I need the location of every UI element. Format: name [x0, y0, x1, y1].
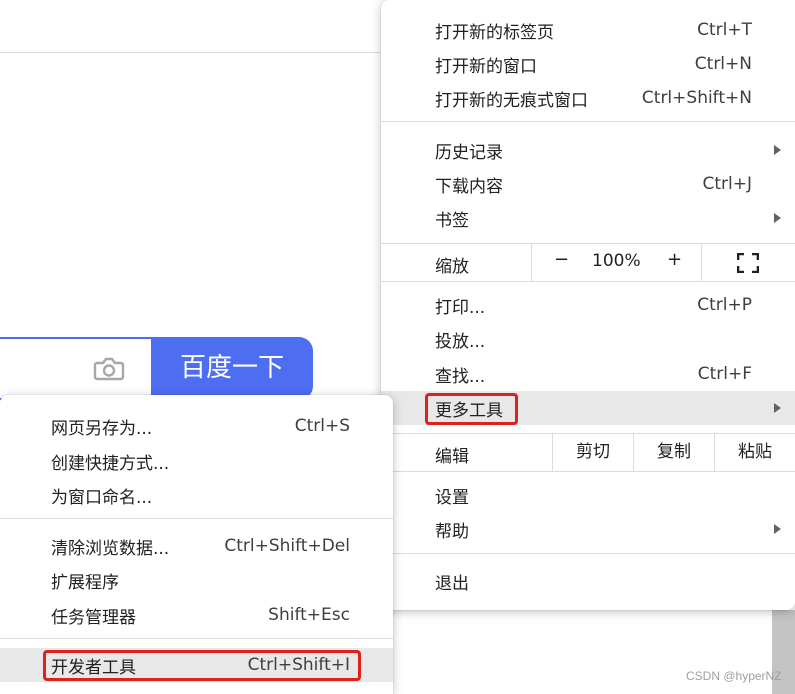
- menu-item-label: 任务管理器: [51, 607, 136, 628]
- menu-item-task-manager[interactable]: 任务管理器 Shift+Esc: [0, 598, 393, 632]
- menu-item-shortcut: Ctrl+T: [697, 20, 752, 40]
- menu-item-label: 书签: [435, 210, 469, 231]
- menu-separator: [0, 638, 393, 639]
- paste-button[interactable]: 粘贴: [715, 434, 795, 471]
- menu-item-new-incognito[interactable]: 打开新的无痕式窗口 Ctrl+Shift+N: [381, 81, 795, 115]
- menu-item-bookmarks[interactable]: 书签: [381, 201, 795, 235]
- menu-item-label: 退出: [435, 573, 469, 594]
- menu-item-label: 清除浏览数据...: [51, 538, 170, 559]
- menu-item-label: 打开新的窗口: [435, 56, 537, 77]
- zoom-row: 缩放 − 100% +: [381, 244, 795, 281]
- menu-item-name-window[interactable]: 为窗口命名...: [0, 478, 393, 512]
- menu-item-label: 帮助: [435, 521, 469, 542]
- menu-item-print[interactable]: 打印... Ctrl+P: [381, 288, 795, 322]
- menu-item-shortcut: Shift+Esc: [268, 605, 350, 625]
- zoom-in-button[interactable]: +: [667, 249, 682, 270]
- search-input[interactable]: [0, 337, 160, 400]
- menu-item-label: 设置: [435, 487, 469, 508]
- menu-item-shortcut: Ctrl+S: [294, 416, 350, 436]
- menu-separator: [381, 553, 795, 554]
- search-button[interactable]: 百度一下: [151, 337, 313, 400]
- menu-item-cast[interactable]: 投放...: [381, 322, 795, 356]
- menu-item-settings[interactable]: 设置: [381, 478, 795, 512]
- menu-item-shortcut: Ctrl+Shift+N: [641, 88, 752, 108]
- highlight-box: [425, 393, 518, 425]
- menu-item-label: 网页另存为...: [51, 418, 153, 439]
- menu-item-label: 查找...: [435, 366, 486, 387]
- menu-item-new-window[interactable]: 打开新的窗口 Ctrl+N: [381, 47, 795, 81]
- zoom-label: 缩放: [435, 257, 469, 277]
- menu-item-label: 下载内容: [435, 176, 503, 197]
- menu-item-help[interactable]: 帮助: [381, 512, 795, 546]
- menu-item-save-page[interactable]: 网页另存为... Ctrl+S: [0, 409, 393, 443]
- chevron-right-icon: [774, 213, 781, 223]
- cut-button[interactable]: 剪切: [553, 434, 633, 471]
- zoom-divider: [701, 244, 702, 281]
- watermark: CSDN @hyperNZ: [686, 669, 782, 683]
- menu-item-label: 投放...: [435, 331, 486, 352]
- edit-label: 编辑: [435, 447, 469, 467]
- menu-item-label: 打开新的标签页: [435, 22, 554, 43]
- menu-item-clear-data[interactable]: 清除浏览数据... Ctrl+Shift+Del: [0, 529, 393, 563]
- copy-button[interactable]: 复制: [634, 434, 714, 471]
- menu-item-find[interactable]: 查找... Ctrl+F: [381, 357, 795, 391]
- edit-row: 编辑 剪切 复制 粘贴: [381, 434, 795, 471]
- menu-item-label: 为窗口命名...: [51, 487, 153, 508]
- menu-item-new-tab[interactable]: 打开新的标签页 Ctrl+T: [381, 13, 795, 47]
- menu-item-shortcut: Ctrl+N: [694, 54, 752, 74]
- menu-item-label: 历史记录: [435, 142, 503, 163]
- chevron-right-icon: [774, 403, 781, 413]
- menu-item-shortcut: Ctrl+J: [702, 174, 752, 194]
- chevron-right-icon: [774, 145, 781, 155]
- menu-item-label: 创建快捷方式...: [51, 453, 170, 474]
- menu-item-create-shortcut[interactable]: 创建快捷方式...: [0, 444, 393, 478]
- more-tools-submenu: 网页另存为... Ctrl+S 创建快捷方式... 为窗口命名... 清除浏览数…: [0, 395, 393, 694]
- menu-separator: [381, 121, 795, 122]
- menu-item-extensions[interactable]: 扩展程序: [0, 563, 393, 597]
- menu-item-history[interactable]: 历史记录: [381, 133, 795, 167]
- zoom-level: 100%: [592, 251, 641, 271]
- browser-main-menu: 打开新的标签页 Ctrl+T 打开新的窗口 Ctrl+N 打开新的无痕式窗口 C…: [381, 0, 795, 610]
- menu-item-exit[interactable]: 退出: [381, 564, 795, 598]
- menu-separator: [381, 281, 795, 282]
- menu-item-downloads[interactable]: 下载内容 Ctrl+J: [381, 167, 795, 201]
- menu-item-label: 扩展程序: [51, 572, 119, 593]
- menu-item-shortcut: Ctrl+Shift+Del: [224, 536, 350, 556]
- chevron-right-icon: [774, 524, 781, 534]
- menu-item-shortcut: Ctrl+P: [697, 295, 752, 315]
- zoom-out-button[interactable]: −: [554, 249, 569, 270]
- zoom-divider: [531, 244, 532, 281]
- menu-separator: [0, 518, 393, 519]
- menu-item-shortcut: Ctrl+F: [697, 364, 752, 384]
- camera-icon[interactable]: [93, 355, 125, 383]
- highlight-box: [43, 650, 361, 681]
- page-divider: [0, 52, 400, 53]
- menu-separator: [381, 471, 795, 472]
- fullscreen-icon[interactable]: [737, 253, 759, 273]
- menu-item-label: 打印...: [435, 297, 486, 318]
- menu-item-label: 打开新的无痕式窗口: [435, 90, 588, 111]
